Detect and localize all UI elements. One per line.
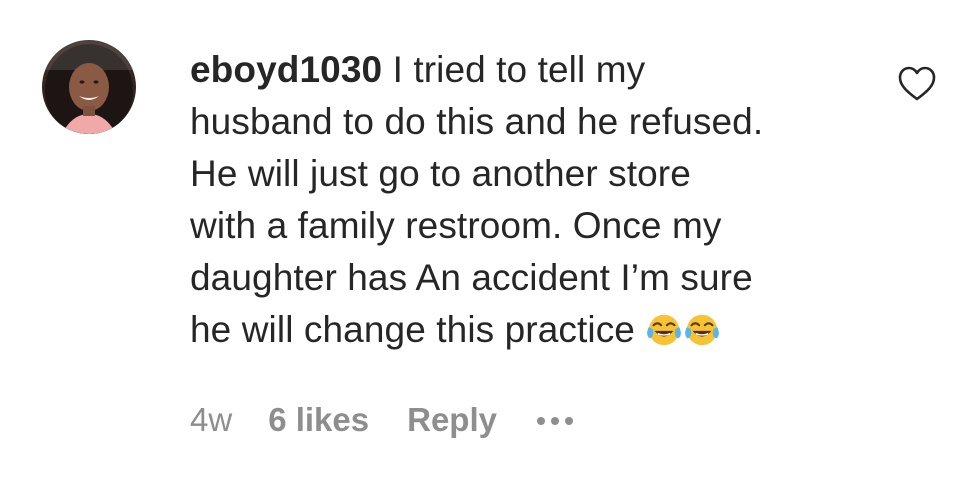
comment-line-1: eboyd1030 I tried to tell my [190,44,870,96]
comment-text-segment: he will change this practice [190,309,635,350]
face-with-tears-of-joy-icon [647,314,682,346]
more-dot [550,417,559,425]
comment-line-5: daughter has An accident I’m sure [190,257,753,298]
comment-timestamp[interactable]: 4w [190,401,232,439]
more-dot [564,417,573,425]
avatar[interactable] [42,40,136,134]
comment-item: eboyd1030 I tried to tell my husband to … [0,0,980,501]
reply-button[interactable]: Reply [407,401,497,439]
comment-text-segment: I tried to tell my [392,49,646,90]
comment-line-2: husband to do this and he refused. [190,101,764,142]
comment-line-3: He will just go to another store [190,153,691,194]
likes-count-button[interactable]: 6 likes [268,401,369,439]
comment-line-6: he will change this practice [190,304,870,356]
comment-actions: 4w 6 likes Reply [190,398,573,442]
username-link[interactable]: eboyd1030 [190,49,382,90]
comment-text: eboyd1030 I tried to tell my husband to … [190,44,870,356]
avatar-photo [42,40,136,134]
face-with-tears-of-joy-icon [685,314,720,346]
comment-line-4: with a family restroom. Once my [190,205,722,246]
more-dot [536,417,545,425]
more-options-icon[interactable] [536,415,573,425]
heart-outline-icon[interactable] [898,66,936,102]
